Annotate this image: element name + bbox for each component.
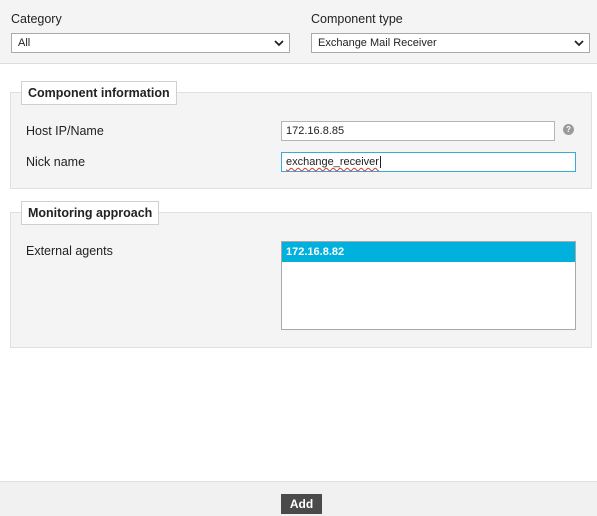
host-input[interactable]: 172.16.8.85 [281, 121, 555, 141]
component-type-bar: Category All Component type Exchange Mai… [0, 0, 597, 64]
category-select[interactable]: All [11, 33, 290, 53]
add-button[interactable]: Add [281, 494, 322, 514]
category-label: Category [11, 12, 62, 26]
category-value: All [18, 37, 31, 49]
question-circle-icon[interactable]: ? [563, 124, 574, 135]
nick-name-input[interactable]: exchange_receiver [281, 152, 576, 172]
footer-bar: Add [0, 481, 597, 516]
component-type-label: Component type [311, 12, 403, 26]
chevron-down-icon [574, 40, 584, 47]
component-type-select[interactable]: Exchange Mail Receiver [311, 33, 590, 53]
component-type-value: Exchange Mail Receiver [318, 37, 437, 49]
chevron-down-icon [274, 40, 284, 47]
text-caret [379, 156, 381, 169]
external-agents-label: External agents [26, 244, 113, 258]
external-agents-list[interactable]: 172.16.8.82 [281, 241, 576, 330]
component-information-legend: Component information [21, 81, 177, 105]
host-label: Host IP/Name [26, 124, 104, 138]
nick-name-value: exchange_receiver [286, 156, 379, 168]
monitoring-approach-legend: Monitoring approach [21, 201, 160, 225]
nick-name-label: Nick name [26, 155, 86, 169]
host-value: 172.16.8.85 [286, 125, 345, 137]
list-item[interactable]: 172.16.8.82 [282, 242, 575, 262]
